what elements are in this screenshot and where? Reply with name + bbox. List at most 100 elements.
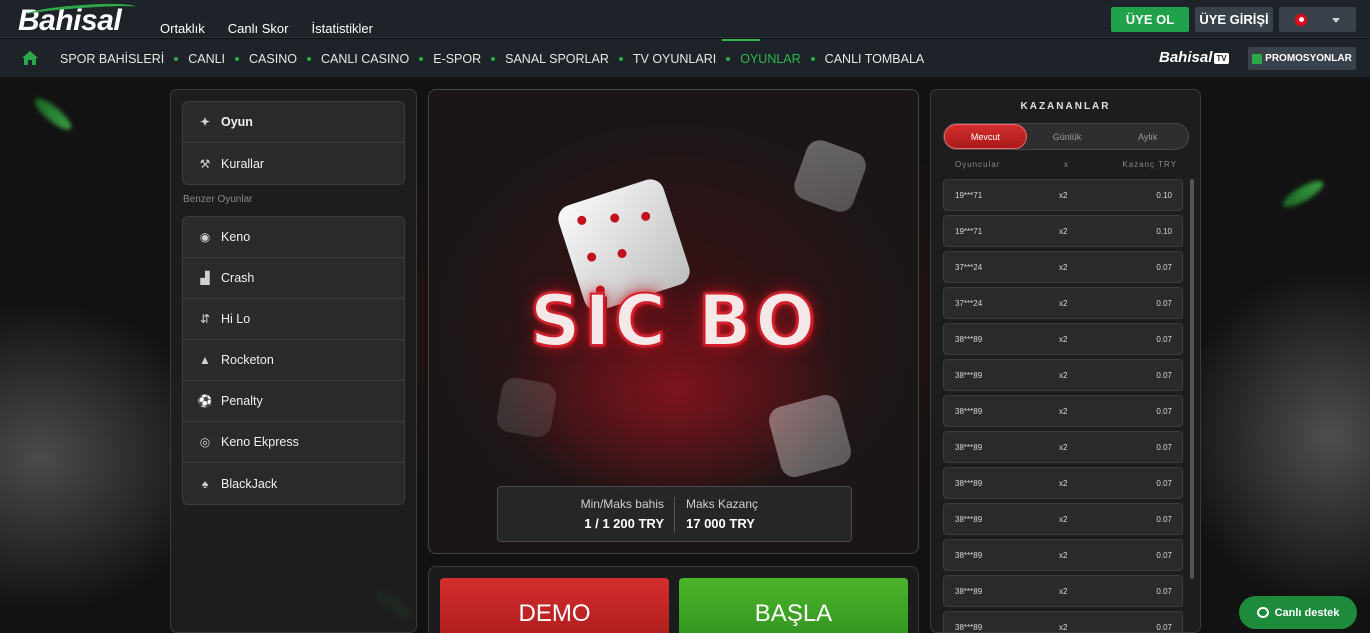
chart-bars-icon: ▟ [200,271,210,285]
winner-row: 19***71 x2 0.10 [943,179,1183,211]
nav-item-label: E-SPOR [433,52,482,66]
winner-x: x2 [1059,335,1068,344]
winner-row: 38***89 x2 0.07 [943,503,1183,535]
gift-icon [1252,53,1263,64]
winner-player: 38***89 [955,479,983,488]
winner-x: x2 [1059,263,1068,272]
winners-panel: KAZANANLAR Mevcut Günlük Aylık Oyuncular… [930,89,1201,633]
winner-x: x2 [1059,191,1068,200]
winner-row: 38***89 x2 0.07 [943,395,1183,427]
similar-game-crash[interactable]: ▟ Crash [183,258,404,299]
winner-row: 38***89 x2 0.07 [943,323,1183,355]
winner-row: 38***89 x2 0.07 [943,359,1183,391]
demo-button[interactable]: DEMO [440,578,669,633]
nav-item-label: TV OYUNLARI [632,52,717,66]
home-icon[interactable] [22,51,38,65]
nav-separator-dot [235,57,240,61]
similar-game-rocketon[interactable]: ▲ Rocketon [183,340,404,381]
winner-player: 37***24 [955,263,983,272]
winner-x: x2 [1059,587,1068,596]
nav-separator-dot [618,57,623,61]
winner-player: 38***89 [955,407,983,416]
keno-express-icon: ◎ [199,435,211,449]
winner-win: 0.07 [1156,479,1172,488]
winner-row: 38***89 x2 0.07 [943,539,1183,571]
top-nav-statistics[interactable]: İstatistikler [312,21,373,36]
winner-player: 37***24 [955,299,983,308]
nav-item[interactable]: E-SPOR [409,52,481,66]
min-max-bet: Min/Maks bahis 1 / 1 200 TRY [580,497,664,531]
start-button[interactable]: BAŞLA [679,578,908,633]
chevron-down-icon [1332,18,1340,23]
winner-row: 38***89 x2 0.07 [943,611,1183,632]
max-win: Maks Kazanç 17 000 TRY [686,497,759,531]
winner-win: 0.07 [1156,299,1172,308]
winner-row: 37***24 x2 0.07 [943,251,1183,283]
winner-win: 0.07 [1156,515,1172,524]
winner-win: 0.07 [1156,263,1172,272]
nav-item[interactable]: TV OYUNLARI [609,52,716,66]
main-nav-items: SPOR BAHİSLERİ CANLI CASINO CANLI CASINO E-S… [60,39,925,66]
winner-row: 38***89 x2 0.07 [943,431,1183,463]
nav-item[interactable]: CANLI [164,52,225,66]
bahisal-tv-logo[interactable]: Bahisal TV [1159,49,1229,66]
hilo-icon: ⇵ [199,312,211,326]
winner-player: 19***71 [955,227,983,236]
promotions-button[interactable]: PROMOSYONLAR [1248,47,1356,70]
menu-item-rules[interactable]: ⚒ Kurallar [183,143,404,184]
winner-win: 0.07 [1156,335,1172,344]
similar-game-penalty[interactable]: ⚽ Penalty [183,381,404,422]
winners-scrollbar[interactable] [1190,179,1194,579]
tab-daily[interactable]: Günlük [1027,124,1108,149]
nav-item[interactable]: CANLI CASINO [297,52,409,66]
nav-item-label: CANLI TOMBALA [824,52,925,66]
similar-games-list: ◉ Keno ▟ Crash ⇵ Hi Lo ▲ Rocketon ⚽ Penalty ◎… [182,216,405,505]
language-selector[interactable] [1279,7,1356,32]
nav-item-label: CANLI [188,52,226,66]
top-nav-affiliate[interactable]: Ortaklık [160,21,205,36]
similar-game-hi-lo[interactable]: ⇵ Hi Lo [183,299,404,340]
nav-item[interactable]: CANLI TOMBALA [801,52,925,66]
register-button[interactable]: ÜYE OL [1111,7,1189,32]
nav-item-label: CASINO [249,52,297,66]
winner-win: 0.07 [1156,551,1172,560]
limits-divider [674,497,675,533]
keno-icon: ◉ [199,230,211,244]
tab-current[interactable]: Mevcut [944,124,1027,149]
nav-item[interactable]: SPOR BAHİSLERİ [60,52,164,66]
winner-player: 38***89 [955,623,983,632]
cards-icon: ♠ [201,476,209,491]
tab-monthly[interactable]: Aylık [1107,124,1188,149]
nav-separator-dot [491,57,496,61]
nav-item[interactable]: OYUNLAR [716,39,801,66]
dice-decoration [790,136,870,216]
dice-icon: ✦ [199,115,211,129]
nav-item[interactable]: CASINO [225,52,297,66]
winner-x: x2 [1059,623,1068,632]
winner-player: 38***89 [955,335,983,344]
winner-x: x2 [1059,479,1068,488]
winners-title: KAZANANLAR [1020,101,1111,112]
rocket-icon: ▲ [199,353,211,367]
winner-x: x2 [1059,371,1068,380]
top-nav-live-score[interactable]: Canlı Skor [228,21,289,36]
menu-item-game[interactable]: ✦ Oyun [183,102,404,143]
winner-win: 0.07 [1156,407,1172,416]
winner-row: 38***89 x2 0.07 [943,467,1183,499]
similar-game-blackjack[interactable]: ♠ BlackJack [183,463,404,504]
login-button[interactable]: ÜYE GİRİŞİ [1195,7,1273,32]
nav-item[interactable]: SANAL SPORLAR [481,52,609,66]
column-players: Oyuncular [955,160,1001,169]
brand-logo[interactable]: Bahisal [18,1,137,38]
winner-player: 19***71 [955,191,983,200]
live-support-button[interactable]: Canlı destek [1239,596,1357,629]
top-header: Bahisal Ortaklık Canlı Skor İstatistikle… [0,0,1370,38]
similar-game-keno-ekpress[interactable]: ◎ Keno Ekpress [183,422,404,463]
soccer-ball-icon: ⚽ [197,394,213,408]
promotions-label: PROMOSYONLAR [1265,53,1352,64]
similar-game-keno[interactable]: ◉ Keno [183,217,404,258]
turkey-flag-icon [1295,14,1307,26]
nav-item-label: OYUNLAR [740,52,801,66]
similar-games-title: Benzer Oyunlar [183,194,253,205]
decorative-leaf [30,93,76,135]
